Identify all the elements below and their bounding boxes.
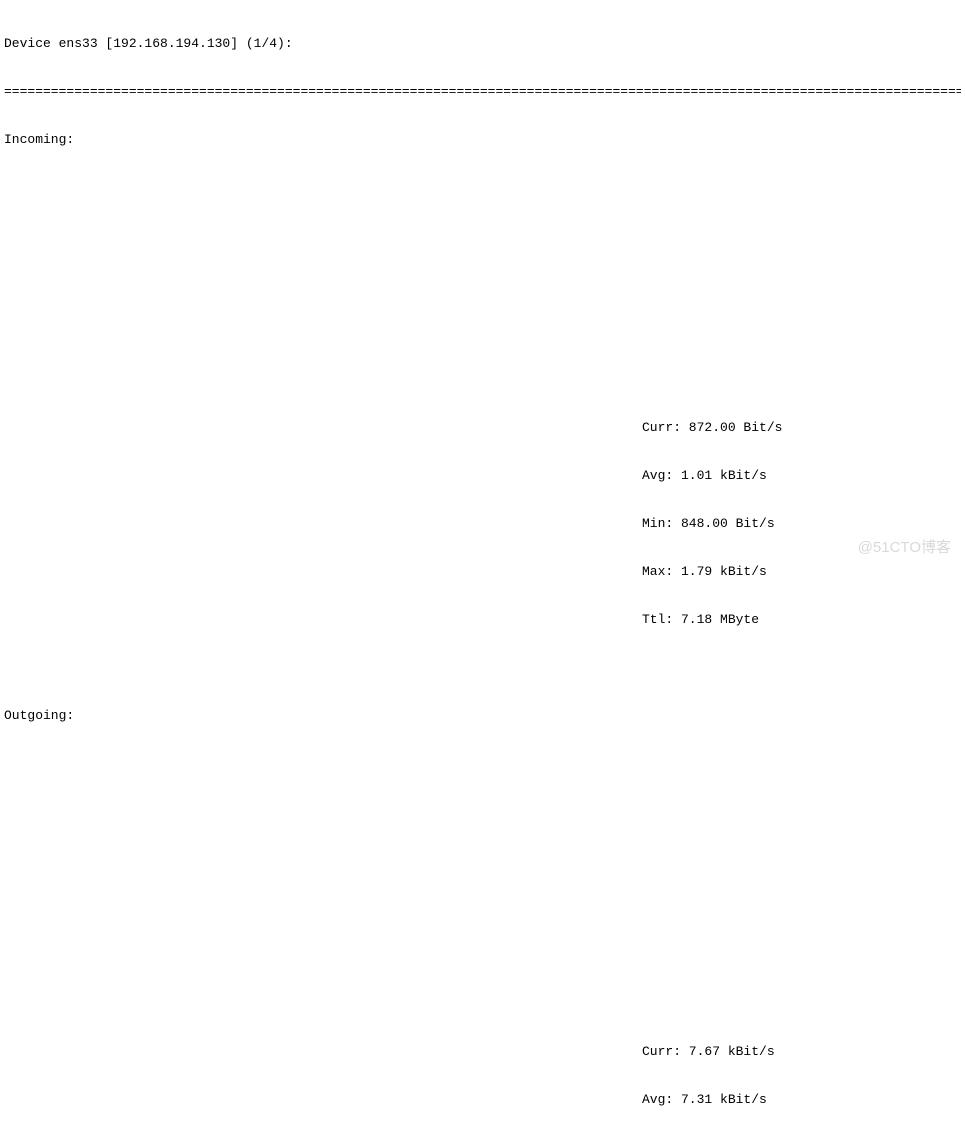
outgoing-label: Outgoing: [4,708,961,724]
incoming-stats: Curr: 872.00 Bit/s Avg: 1.01 kBit/s Min:… [4,388,961,660]
incoming-label: Incoming: [4,132,961,148]
divider-top: ========================================… [4,84,961,100]
outgoing-curr: Curr: 7.67 kBit/s [642,1044,961,1060]
incoming-ttl: Ttl: 7.18 MByte [642,612,961,628]
incoming-graph-area [4,196,961,340]
incoming-avg: Avg: 1.01 kBit/s [642,468,961,484]
incoming-curr: Curr: 872.00 Bit/s [642,420,961,436]
outgoing-avg: Avg: 7.31 kBit/s [642,1092,961,1108]
terminal-output: Device ens33 [192.168.194.130] (1/4): ==… [0,0,965,1140]
outgoing-stats: Curr: 7.67 kBit/s Avg: 7.31 kBit/s Min: … [4,1012,961,1140]
outgoing-graph-area [4,772,961,964]
incoming-max: Max: 1.79 kBit/s [642,564,961,580]
device-header: Device ens33 [192.168.194.130] (1/4): [4,36,961,52]
incoming-min: Min: 848.00 Bit/s [642,516,961,532]
